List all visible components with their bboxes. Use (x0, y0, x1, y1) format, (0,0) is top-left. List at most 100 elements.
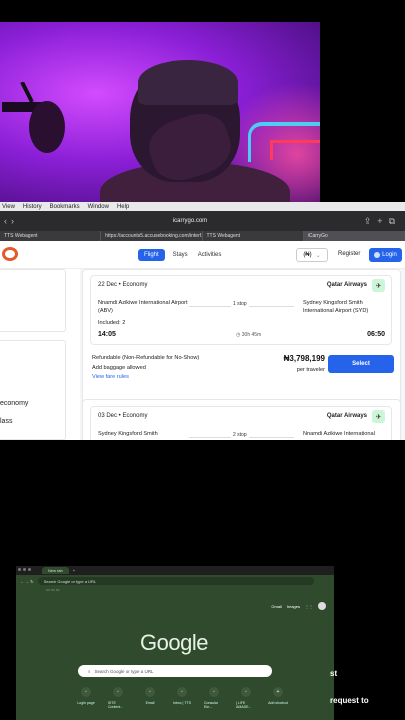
screen: View History Bookmarks Window Help ‹› ic… (0, 0, 405, 720)
chevron-down-icon: ⌄ (315, 252, 321, 259)
tab-tts-webagent[interactable]: TTS Webagent (0, 231, 102, 241)
new-tab-icon[interactable]: + (73, 568, 75, 573)
duration: ◷ 30h 45m (236, 332, 262, 338)
caption-text: request to (330, 696, 369, 705)
tab-tts-webagent-2[interactable]: TTS Webagent (203, 231, 304, 241)
google-logo: Google (140, 630, 208, 655)
bookmarks-bar: ▭ ▭ ▭ (46, 587, 60, 592)
airline-name: Qatar Airways (326, 413, 367, 419)
tab-new-tab[interactable]: New tab (42, 567, 69, 574)
search-placeholder: Search Google or type a URL (94, 668, 154, 674)
chrome-tabbar: New tab + (16, 566, 334, 575)
shortcut-item[interactable]: ◦ Login page (76, 687, 96, 709)
user-icon (374, 252, 381, 258)
address-bar[interactable]: icarrygo.com (130, 218, 250, 224)
shortcut-item[interactable]: ◦ | LIFE AMADE... (236, 687, 256, 709)
menu-bookmarks[interactable]: Bookmarks (50, 204, 80, 210)
share-add-icons[interactable]: ⇪+⧉ (364, 216, 401, 227)
site-header: Flight Stays Activities (₦) ⌄ Register L… (0, 241, 405, 269)
filter-box-cabin (0, 340, 66, 440)
shortcut-icon: ◦ (145, 687, 155, 697)
apps-icon[interactable]: ⋮⋮ (305, 604, 313, 609)
neon-light-red (270, 140, 320, 160)
destination-airport: Nnamdi Azikiwe International (303, 431, 375, 437)
segment-date: 22 Dec • Economy (98, 282, 148, 288)
airline-name: Qatar Airways (326, 282, 367, 288)
microphone-icon (2, 82, 65, 153)
flight-result-card: 22 Dec • Economy Qatar Airways ✈ Nnamdi … (82, 269, 401, 413)
menu-view[interactable]: View (2, 204, 15, 210)
avatar[interactable] (318, 602, 326, 610)
google-top-links: Gmail Images ⋮⋮ (271, 602, 326, 610)
login-button[interactable]: Login (369, 248, 402, 262)
select-button[interactable]: Select (328, 355, 394, 373)
segment-date: 03 Dec • Economy (98, 413, 148, 419)
add-shortcut[interactable]: + Add shortcut (268, 687, 288, 709)
nav-flight[interactable]: Flight (138, 248, 165, 261)
shortcut-item[interactable]: ◦ SITE Content... (108, 687, 128, 709)
flight-result-card: 03 Dec • Economy Qatar Airways ✈ Sydney … (82, 399, 401, 440)
person-cap (138, 60, 238, 105)
airline-logo-icon: ✈ (372, 279, 385, 292)
webcam-feed (0, 22, 320, 202)
nav-activities[interactable]: Activities (196, 249, 224, 261)
filter-box (0, 269, 66, 332)
currency-select[interactable]: (₦) ⌄ (296, 248, 328, 262)
filter-panel: economy lass (0, 269, 66, 440)
nav-stays[interactable]: Stays (171, 249, 190, 261)
site-nav: Flight Stays Activities (138, 248, 224, 261)
chrome-window: New tab + ← → ↻ Search Google or type a … (16, 566, 334, 720)
shortcut-grid: ◦ Login page ◦ SITE Content... ◦ Email ◦ Inb… (76, 687, 288, 709)
refund-policy: Refundable (Non-Refundable for No-Show) (92, 355, 200, 361)
shortcut-icon: ◦ (241, 687, 251, 697)
stops-label: 1 stop (231, 301, 249, 307)
flight-segment: 03 Dec • Economy Qatar Airways ✈ Sydney … (90, 406, 392, 440)
flight-segment: 22 Dec • Economy Qatar Airways ✈ Nnamdi … (90, 275, 392, 345)
safari-toolbar: ‹› icarrygo.com ⇪+⧉ (0, 211, 405, 231)
tab-icarrygo[interactable]: iCarryGo (303, 231, 405, 241)
airline-logo-icon: ✈ (372, 410, 385, 423)
included-baggage: Included: 2 (98, 320, 126, 326)
chrome-toolbar: ← → ↻ Search Google or type a URL (16, 575, 334, 587)
caption-text: st (330, 669, 338, 678)
stops-label: 2 stop (231, 432, 249, 438)
register-link[interactable]: Register (338, 251, 360, 257)
shortcut-icon: ◦ (113, 687, 123, 697)
back-icon[interactable]: ← → ↻ (20, 579, 34, 584)
omnibox-placeholder: Search Google or type a URL (43, 578, 97, 584)
gmail-link[interactable]: Gmail (271, 604, 281, 609)
images-link[interactable]: Images (287, 604, 300, 609)
safari-window: View History Bookmarks Window Help ‹› ic… (0, 202, 405, 440)
window-controls[interactable] (18, 568, 31, 571)
shortcut-item[interactable]: ◦ Inbox | TTS (172, 687, 192, 709)
menu-window[interactable]: Window (88, 204, 109, 210)
currency-label: (₦) (303, 252, 312, 258)
google-search-box[interactable]: ⌕ Search Google or type a URL (78, 665, 272, 677)
menu-history[interactable]: History (23, 204, 42, 210)
safari-tabbar: TTS Webagent https://accounts5.accuseboo… (0, 231, 405, 241)
icarrygo-logo[interactable] (2, 247, 18, 261)
price: ₦3,798,199 (283, 354, 325, 363)
back-forward-icon[interactable]: ‹› (4, 216, 18, 226)
arrive-time: 06:50 (367, 331, 385, 338)
search-icon: ⌕ (88, 668, 91, 674)
shortcut-item[interactable]: ◦ Consular Ele... (204, 687, 224, 709)
menu-help[interactable]: Help (117, 204, 129, 210)
shortcut-icon: ◦ (81, 687, 91, 697)
omnibox[interactable]: Search Google or type a URL (37, 577, 314, 585)
results-area: 22 Dec • Economy Qatar Airways ✈ Nnamdi … (80, 269, 405, 440)
price-per: per traveler (296, 367, 325, 373)
filter-option-economy[interactable]: economy (0, 400, 28, 407)
origin-airport: Nnamdi Azikiwe International Airport (AB… (98, 300, 188, 314)
shortcut-item[interactable]: ◦ Email (140, 687, 160, 709)
tab-accuse-booking[interactable]: https://accounts5.accusebooking.com/inte… (101, 231, 203, 241)
fare-rules-link[interactable]: View fare rules (92, 374, 129, 380)
baggage-note: Add baggage allowed (92, 365, 146, 371)
destination-airport: Sydney Kingsford Smith International Air… (303, 300, 369, 314)
shortcut-icon: ◦ (209, 687, 219, 697)
mac-menubar: View History Bookmarks Window Help (0, 202, 405, 211)
filter-option-class[interactable]: lass (0, 418, 12, 425)
add-icon: + (273, 687, 283, 697)
origin-airport: Sydney Kingsford Smith (98, 431, 158, 437)
depart-time: 14:05 (98, 331, 116, 338)
